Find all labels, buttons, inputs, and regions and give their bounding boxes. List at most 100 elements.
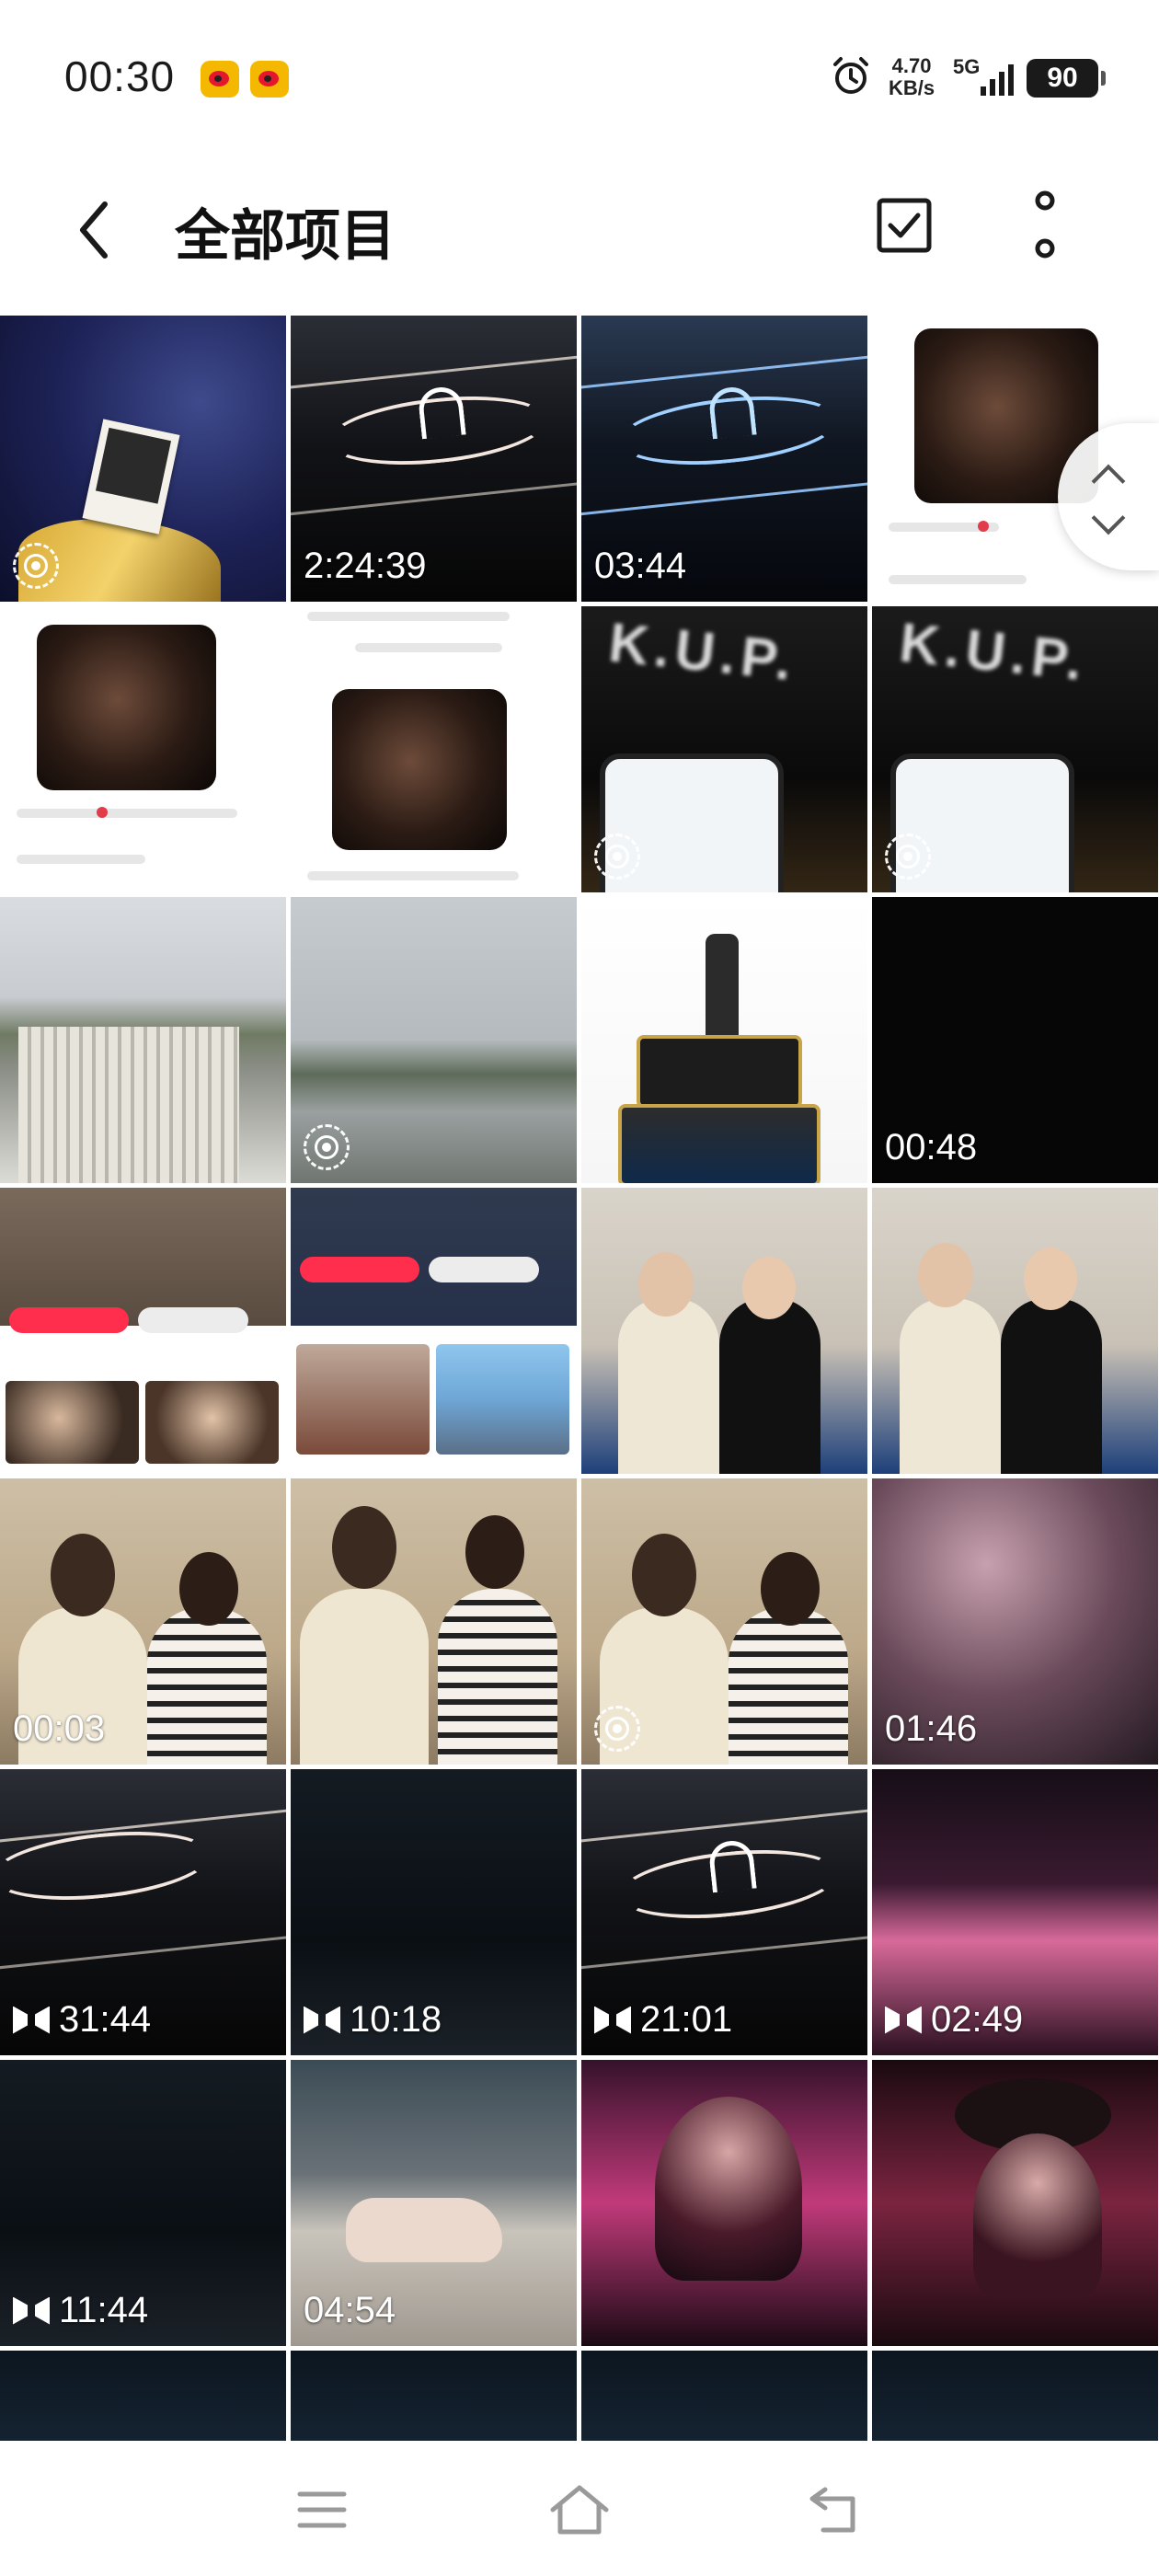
duration-text: 00:03	[13, 1708, 106, 1749]
select-button[interactable]	[874, 195, 935, 256]
slow-motion-icon	[13, 2007, 50, 2034]
media-tile[interactable]: 00:03	[0, 1478, 286, 1765]
tile-art	[632, 1534, 696, 1616]
video-duration: 02:49	[885, 1999, 1023, 2041]
recents-button[interactable]	[290, 2478, 354, 2542]
media-tile[interactable]	[0, 2351, 286, 2441]
duration-text: 04:54	[304, 2290, 396, 2330]
media-grid: 2:24:39 03:44 K.U.P. K.U.P. 00:48 00:03 …	[0, 316, 1159, 2441]
tile-art	[51, 1534, 115, 1616]
tile-art	[719, 1298, 820, 1474]
tile-art	[355, 643, 502, 652]
media-tile[interactable]	[0, 897, 286, 1183]
app-header: 全部项目	[0, 156, 1159, 313]
media-tile[interactable]: 11:44	[0, 2060, 286, 2346]
video-duration: 01:46	[885, 1708, 977, 1750]
media-tile[interactable]: 04:54	[291, 2060, 577, 2346]
weibo-icon	[201, 61, 239, 98]
tile-art	[436, 1344, 569, 1455]
media-tile[interactable]	[0, 606, 286, 892]
tile-art	[307, 871, 519, 880]
chevron-down-icon	[1091, 500, 1126, 535]
duration-text: 00:48	[885, 1127, 978, 1167]
media-tile[interactable]	[291, 2351, 577, 2441]
tile-art	[147, 1607, 267, 1765]
duration-text: 10:18	[350, 1999, 442, 2040]
tile-art	[638, 1252, 694, 1317]
live-photo-icon	[885, 834, 931, 880]
tile-art	[37, 625, 216, 790]
media-tile[interactable]: 01:46	[872, 1478, 1158, 1765]
tile-art: K.U.P.	[896, 611, 1091, 693]
tile-art	[145, 1381, 279, 1464]
back-icon	[809, 2487, 855, 2533]
video-duration: 03:44	[594, 546, 686, 587]
tile-art	[900, 1298, 1001, 1474]
media-tile[interactable]	[291, 606, 577, 892]
media-tile[interactable]	[581, 1188, 867, 1474]
media-tile[interactable]	[872, 2060, 1158, 2346]
media-tile[interactable]: K.U.P.	[872, 606, 1158, 892]
duration-text: 03:44	[594, 546, 687, 586]
media-tile[interactable]	[581, 2060, 867, 2346]
tile-art	[346, 2198, 502, 2262]
media-tile[interactable]	[872, 1188, 1158, 1474]
back-nav-button[interactable]	[805, 2478, 869, 2542]
media-tile[interactable]	[581, 2351, 867, 2441]
media-tile[interactable]	[0, 1188, 286, 1474]
tile-art	[17, 855, 145, 864]
duration-text: 01:46	[885, 1708, 978, 1749]
duration-text: 11:44	[59, 2290, 149, 2330]
media-tile[interactable]	[291, 1478, 577, 1765]
media-tile[interactable]: 21:01	[581, 1769, 867, 2055]
speed-value: 4.70	[891, 54, 932, 77]
more-button[interactable]	[1017, 190, 1073, 259]
video-duration: 00:03	[13, 1708, 105, 1750]
tile-art	[706, 934, 739, 1035]
media-tile[interactable]: K.U.P.	[581, 606, 867, 892]
media-tile[interactable]: 2:24:39	[291, 316, 577, 602]
tile-art	[332, 1506, 396, 1589]
tile-art	[761, 1552, 820, 1626]
tile-art	[179, 1552, 238, 1626]
duration-text: 2:24:39	[304, 546, 427, 586]
media-tile[interactable]	[581, 897, 867, 1183]
tile-art	[1024, 1248, 1077, 1310]
status-time: 00:30	[64, 52, 176, 100]
back-button[interactable]	[66, 193, 121, 267]
video-duration: 2:24:39	[304, 546, 426, 587]
tile-art	[300, 1257, 419, 1282]
duration-text: 02:49	[931, 1999, 1024, 2040]
tile-art	[138, 1307, 248, 1333]
home-button[interactable]	[547, 2478, 612, 2542]
media-tile[interactable]	[291, 1188, 577, 1474]
media-tile[interactable]	[872, 2351, 1158, 2441]
media-tile[interactable]: 31:44	[0, 1769, 286, 2055]
slow-motion-icon	[594, 2007, 631, 2034]
tile-art	[637, 1035, 802, 1109]
media-tile[interactable]	[0, 316, 286, 602]
tile-art	[618, 1298, 719, 1474]
media-tile[interactable]	[581, 1478, 867, 1765]
media-tile[interactable]	[291, 897, 577, 1183]
video-duration: 00:48	[885, 1127, 977, 1168]
menu-icon	[297, 2491, 347, 2528]
network-speed: 4.70 KB/s	[889, 55, 935, 99]
tile-art	[618, 1104, 820, 1183]
system-nav-bar	[0, 2441, 1159, 2576]
tile-art	[332, 689, 507, 850]
media-tile[interactable]: 00:48	[872, 897, 1158, 1183]
tile-art	[978, 521, 989, 532]
tile-art	[6, 1381, 139, 1464]
tile-art	[82, 419, 180, 535]
network-type: 5G	[953, 55, 981, 78]
slow-motion-icon	[885, 2007, 922, 2034]
alarm-icon	[833, 57, 868, 94]
tile-art	[973, 2133, 1102, 2299]
duration-text: 21:01	[640, 1999, 733, 2040]
media-tile[interactable]: 03:44	[581, 316, 867, 602]
tile-art	[97, 807, 108, 818]
tile-art	[9, 1307, 129, 1333]
media-tile[interactable]: 02:49	[872, 1769, 1158, 2055]
media-tile[interactable]: 10:18	[291, 1769, 577, 2055]
